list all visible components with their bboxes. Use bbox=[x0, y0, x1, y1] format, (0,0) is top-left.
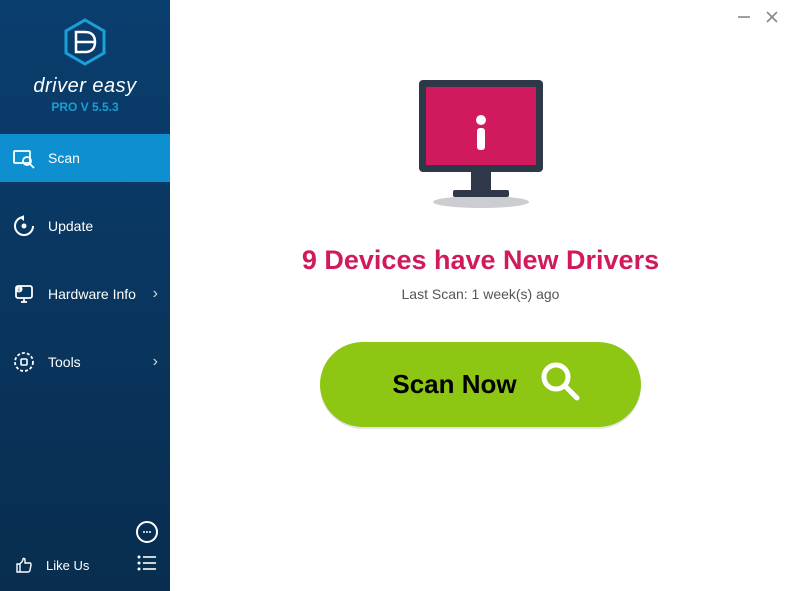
version-label: PRO V 5.5.3 bbox=[0, 100, 170, 114]
sidebar-item-tools[interactable]: Tools › bbox=[0, 338, 170, 386]
app-logo-icon bbox=[62, 18, 108, 71]
nav-label: Scan bbox=[48, 150, 158, 166]
scan-now-button[interactable]: Scan Now bbox=[320, 342, 640, 427]
minimize-button[interactable] bbox=[735, 8, 753, 26]
feedback-icon[interactable] bbox=[136, 521, 158, 543]
logo-section: driver easy PRO V 5.5.3 bbox=[0, 0, 170, 124]
like-us-button[interactable]: Like Us bbox=[12, 553, 89, 577]
nav-label: Update bbox=[48, 218, 158, 234]
chevron-right-icon: › bbox=[153, 285, 158, 303]
sidebar-item-hardware-info[interactable]: i Hardware Info › bbox=[0, 270, 170, 318]
chevron-right-icon: › bbox=[153, 353, 158, 371]
scan-icon bbox=[12, 146, 36, 170]
brand-name: driver easy bbox=[0, 75, 170, 98]
window-controls bbox=[735, 8, 781, 26]
search-icon bbox=[539, 360, 581, 409]
update-icon bbox=[12, 214, 36, 238]
sidebar-item-scan[interactable]: Scan bbox=[0, 134, 170, 182]
hardware-info-icon: i bbox=[12, 282, 36, 306]
thumbs-up-icon bbox=[12, 553, 36, 577]
sidebar-item-update[interactable]: Update bbox=[0, 202, 170, 250]
sidebar-bottom: Like Us bbox=[0, 511, 170, 591]
nav-label: Tools bbox=[48, 354, 153, 370]
like-us-label: Like Us bbox=[46, 558, 89, 573]
monitor-alert-illustration bbox=[401, 70, 561, 225]
menu-list-icon[interactable] bbox=[136, 554, 158, 577]
tools-icon bbox=[12, 350, 36, 374]
main-content: 9 Devices have New Drivers Last Scan: 1 … bbox=[170, 0, 791, 591]
sidebar-nav: Scan Update bbox=[0, 134, 170, 511]
scan-now-label: Scan Now bbox=[392, 369, 516, 400]
nav-label: Hardware Info bbox=[48, 286, 153, 302]
sidebar: driver easy PRO V 5.5.3 Scan bbox=[0, 0, 170, 591]
close-button[interactable] bbox=[763, 8, 781, 26]
last-scan-text: Last Scan: 1 week(s) ago bbox=[402, 286, 560, 302]
status-headline: 9 Devices have New Drivers bbox=[302, 245, 659, 276]
